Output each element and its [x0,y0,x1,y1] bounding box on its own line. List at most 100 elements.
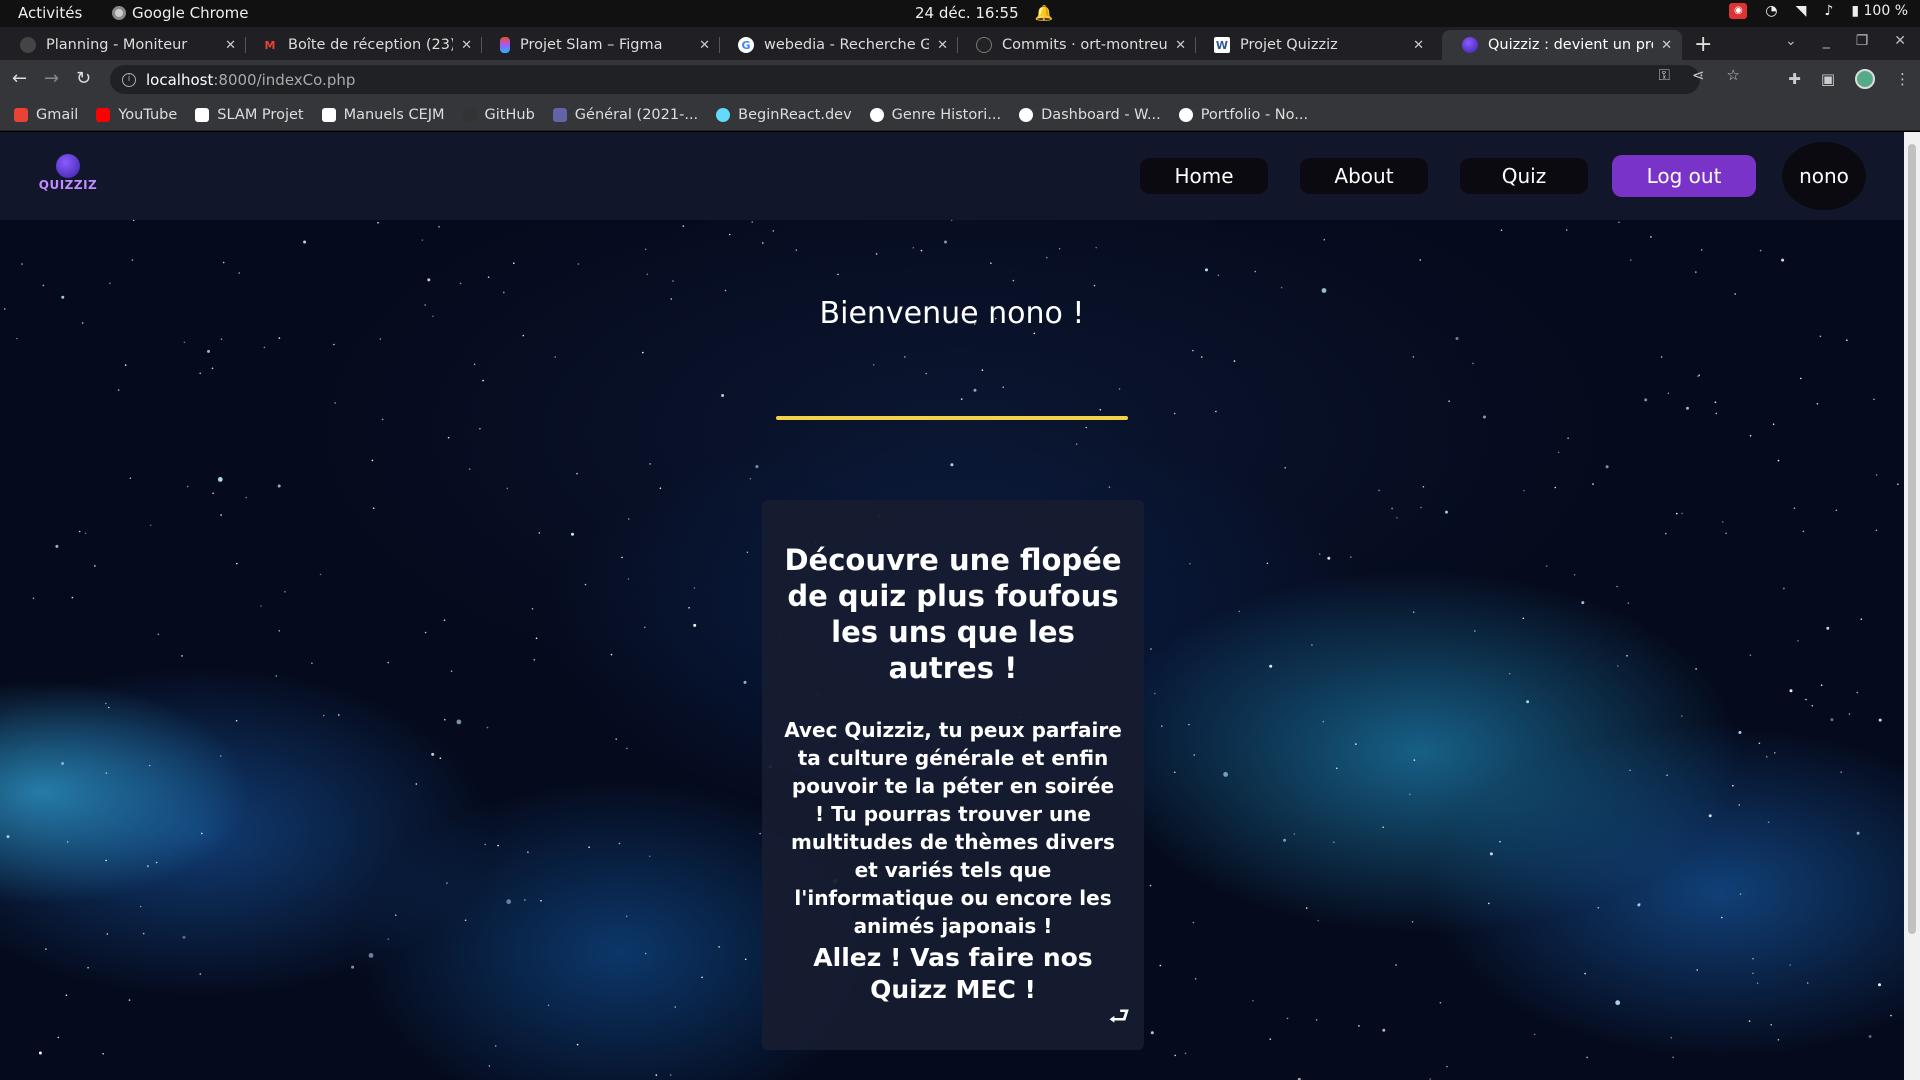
tab-github-commits[interactable]: Commits · ort-montreuil/ ✕ [956,30,1196,60]
intro-card: Découvre une flopée de quiz plus foufous… [762,500,1144,1050]
scrollbar-thumb[interactable] [1908,144,1916,934]
minimize-icon[interactable]: _ [1823,33,1830,49]
clock[interactable]: 24 déc. 16:55 🔔 [915,4,1053,22]
browser-toolbar: ← → ↻ i localhost:8000/indexCo.php ⚿ ⋖ ☆… [0,60,1920,99]
bookmarks-bar: Gmail YouTube SLAM Projet Manuels CEJM G… [0,99,1920,131]
logout-button[interactable]: Log out [1612,155,1756,197]
bookmark-teams[interactable]: Général (2021-... [552,107,698,123]
back-icon[interactable]: ← [12,68,27,89]
card-title: Découvre une flopée de quiz plus foufous… [784,543,1122,685]
url-host: localhost [146,70,214,89]
restore-icon[interactable]: ❐ [1856,33,1869,49]
welcome-heading: Bienvenue nono ! [819,296,1085,331]
battery-indicator: ▮ 100 % [1851,3,1908,19]
close-icon[interactable]: ✕ [1661,38,1672,53]
return-arrow-icon[interactable]: ⮐ [1108,999,1130,1040]
planning-favicon-icon [20,37,36,53]
tab-google-search[interactable]: G webedia - Recherche Goo ✕ [718,30,958,60]
new-tab-button[interactable]: + [1694,32,1712,57]
close-icon[interactable]: ✕ [461,38,472,53]
profile-avatar[interactable] [1855,69,1875,89]
bookmark-label: Dashboard - W... [1041,106,1161,123]
address-bar[interactable]: i localhost:8000/indexCo.php [110,65,1700,94]
tab-strip: Planning - Moniteur ✕ M Boîte de récepti… [0,27,1920,60]
key-icon[interactable]: ⚿ [1659,66,1670,84]
github-favicon-icon [976,37,992,53]
bookmark-youtube[interactable]: YouTube [96,107,177,123]
globe-icon [1178,107,1193,122]
discord-icon: ◔ [1765,3,1778,19]
heading-underline [776,416,1128,420]
tab-title: webedia - Recherche Goo [764,37,930,53]
site-info-icon[interactable]: i [122,72,136,87]
logo-ball-icon [56,154,80,178]
tab-projet-quizziz[interactable]: W Projet Quizziz ✕ [1194,30,1434,60]
bookmark-label: YouTube [118,106,178,123]
close-icon[interactable]: ✕ [937,38,948,53]
bookmark-label: GitHub [484,106,535,123]
bookmark-label: BeginReact.dev [738,106,852,123]
page-scrollbar[interactable] [1904,132,1920,1080]
nav-quiz-button[interactable]: Quiz [1460,158,1588,194]
bookmark-genre-histori[interactable]: Genre Histori... [869,106,1002,123]
tab-figma[interactable]: Projet Slam – Figma ✕ [480,30,720,60]
close-icon[interactable]: ✕ [225,38,236,53]
star-icon[interactable]: ☆ [1727,66,1740,84]
share-icon[interactable]: ⋖ [1692,66,1705,84]
card-cta: Allez ! Vas faire nos Quizz MEC ! [813,943,1093,1004]
app-menu[interactable]: Google Chrome [112,4,249,22]
close-icon[interactable]: ✕ [1175,38,1186,53]
quizziz-logo[interactable]: QUIZZIZ [32,154,104,202]
tab-gmail[interactable]: M Boîte de réception (23) - d ✕ [242,30,482,60]
tab-planning[interactable]: Planning - Moniteur ✕ [0,30,246,60]
bookmark-label: SLAM Projet [217,106,304,123]
user-profile-button[interactable]: nono [1782,142,1866,210]
bookmark-label: Manuels CEJM [343,106,445,123]
toolbar-right: ✚ ▣ ⋮ [1788,69,1910,89]
google-favicon-icon: G [738,37,754,53]
bookmark-portfolio[interactable]: Portfolio - No... [1178,107,1308,123]
tab-search-icon[interactable]: ⌄ [1785,33,1797,49]
menu-icon[interactable]: ⋮ [1895,70,1910,88]
bookmark-github[interactable]: GitHub [462,106,535,123]
system-tray[interactable]: ◉ ◔ ◥ ♪ ▮ 100 % [1729,3,1908,19]
gmail-icon [14,107,28,122]
tab-quizziz-active[interactable]: Quizziz : devient un pro d ✕ [1442,30,1682,60]
extensions-icon[interactable]: ✚ [1788,70,1801,88]
tab-title: Commits · ort-montreuil/ [1002,37,1168,53]
teams-icon [552,107,567,122]
battery-text: 100 % [1863,3,1908,19]
quizziz-favicon-icon [1462,37,1478,53]
bookmark-manuels-cejm[interactable]: Manuels CEJM [321,106,445,123]
forward-icon[interactable]: → [44,68,59,89]
bell-icon: 🔔 [1034,4,1054,22]
window-close-icon[interactable]: ✕ [1894,33,1906,49]
side-panel-icon[interactable]: ▣ [1821,70,1835,88]
word-favicon-icon: W [1214,37,1230,53]
bookmark-gmail[interactable]: Gmail [14,107,78,123]
close-icon[interactable]: ✕ [1413,38,1424,53]
bookmark-label: Genre Histori... [891,106,1002,123]
react-icon [716,107,731,122]
bookmark-dashboard[interactable]: Dashboard - W... [1019,107,1161,123]
wifi-icon: ◥ [1795,3,1807,19]
activities-button[interactable]: Activités [18,4,82,22]
nav-home-button[interactable]: Home [1140,158,1268,194]
omnibox-actions: ⚿ ⋖ ☆ [1659,60,1740,89]
bookmark-label: Gmail [36,106,79,123]
tab-title: Projet Quizziz [1240,37,1338,53]
bookmark-slam-projet[interactable]: SLAM Projet [195,106,304,123]
card-body: Avec Quizziz, tu peux parfaire ta cultur… [784,718,1122,938]
reload-icon[interactable]: ↻ [76,68,91,89]
nav-about-button[interactable]: About [1300,158,1428,194]
bookmark-beginreact[interactable]: BeginReact.dev [716,107,852,123]
close-icon[interactable]: ✕ [699,38,710,53]
notion-icon [195,107,210,122]
gmail-favicon-icon: M [264,38,276,52]
window-controls: ⌄ _ ❐ ✕ [1785,33,1906,49]
volume-icon: ♪ [1824,3,1834,19]
tab-title: Boîte de réception (23) - d [288,37,454,53]
dashboard-icon [1019,107,1034,122]
record-icon: ◉ [1729,3,1748,19]
system-top-bar: Activités Google Chrome 24 déc. 16:55 🔔 … [0,0,1920,27]
